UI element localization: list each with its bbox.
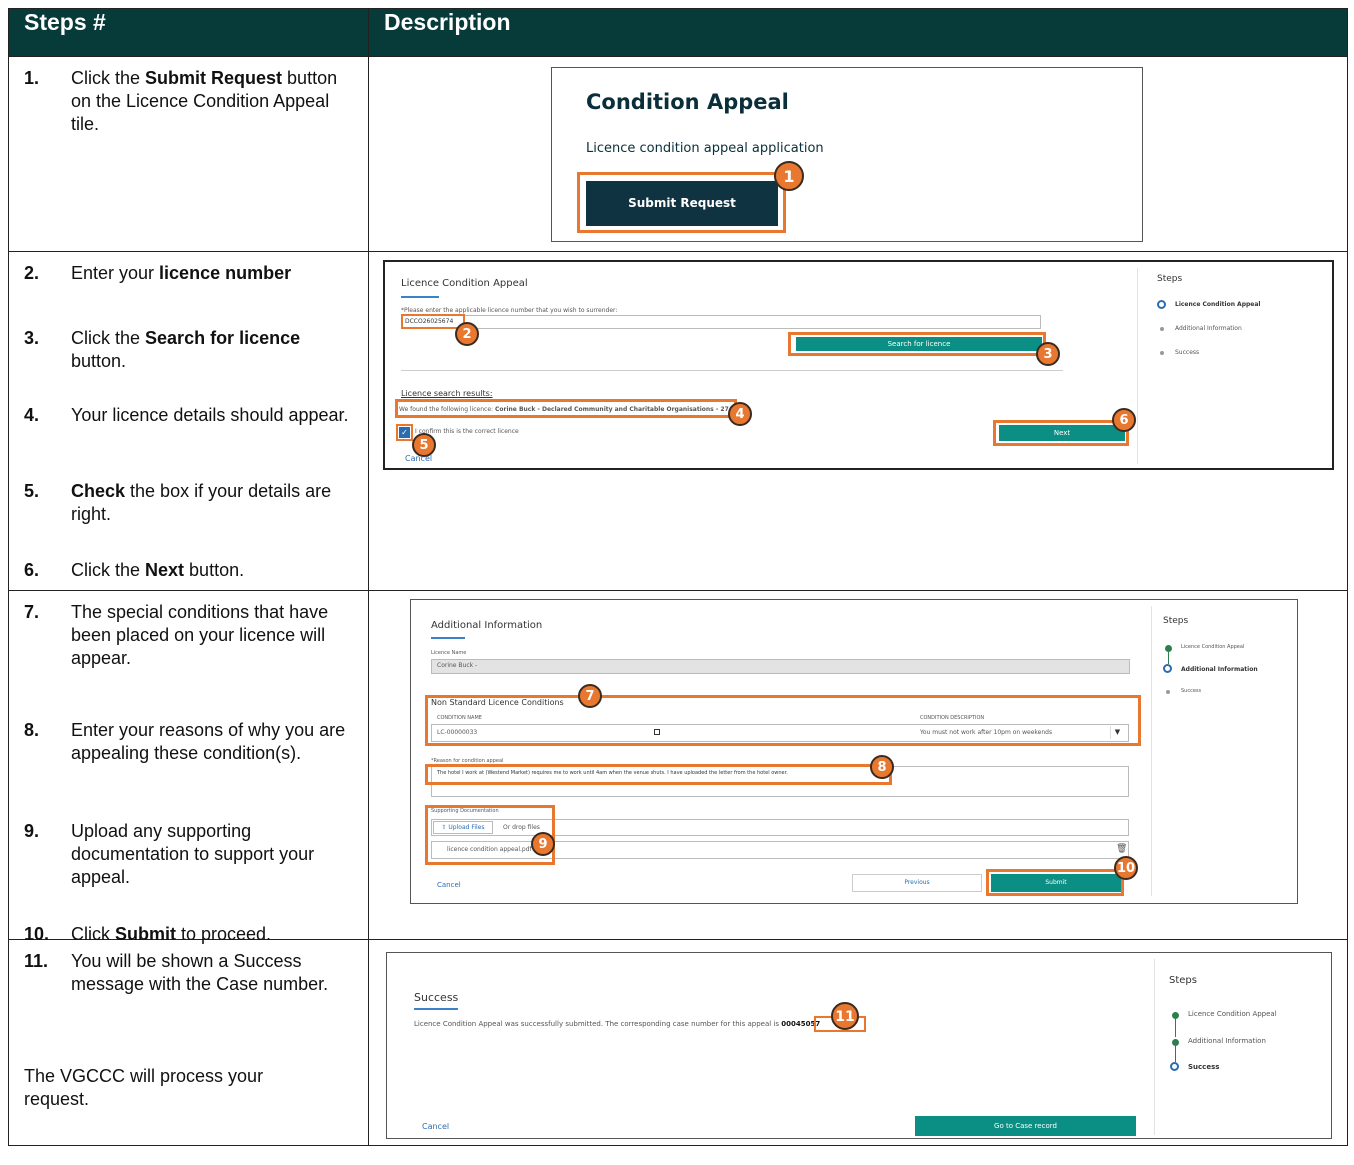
delete-icon[interactable]: 🗑 [1116,844,1127,854]
callout-badge-10: 10 [1114,856,1138,880]
steps-cell-4: 11. You will be shown a Success message … [8,939,369,1146]
callout-badge-3: 3 [1036,342,1060,366]
additional-info-title: Additional Information [431,620,543,631]
callout-badge-6: 6 [1112,408,1136,432]
success-screenshot: Success Licence Condition Appeal was suc… [386,952,1332,1139]
success-title: Success [414,991,459,1004]
guide-table: Steps # Description 1. Click the Submit … [8,8,1348,1146]
conditions-label: Non Standard Licence Conditions [431,698,564,707]
highlight-submit-request [577,172,786,233]
licence-search-screenshot: Licence Condition Appeal *Please enter t… [383,260,1334,470]
condition-appeal-tile: Condition Appeal Licence condition appea… [551,67,1143,242]
tile-subtitle: Licence condition appeal application [586,141,824,156]
cancel-link[interactable]: Cancel [437,881,461,889]
callout-badge-8: 8 [870,755,894,779]
go-to-case-record-button[interactable]: Go to Case record [915,1116,1136,1136]
steps-column-header: Steps # [8,8,369,57]
steps-cell-1: 1. Click the Submit Request button on th… [8,56,369,252]
callout-badge-11: 11 [831,1002,859,1030]
callout-badge-9: 9 [531,832,555,856]
callout-badge-4: 4 [728,402,752,426]
cancel-link[interactable]: Cancel [405,454,432,463]
desc-cell-3: Additional Information Licence Name Cori… [368,590,1348,940]
condition-checkbox[interactable] [654,729,660,735]
step-current-icon [1157,300,1166,309]
licence-number-field[interactable] [401,315,1041,329]
search-form-title: Licence Condition Appeal [401,278,528,289]
success-message: Licence Condition Appeal was successfull… [414,1020,821,1028]
cancel-link[interactable]: Cancel [422,1122,449,1131]
desc-cell-2: Licence Condition Appeal *Please enter t… [368,251,1348,591]
description-column-header: Description [368,8,1348,57]
process-note: The VGCCC will process your request. [24,1066,264,1109]
confirm-label: I confirm this is the correct licence [415,428,519,435]
steps-cell-2: 2. Enter your licence number 3. Click th… [8,251,369,591]
desc-cell-1: Condition Appeal Licence condition appea… [368,56,1348,252]
licence-prompt: *Please enter the applicable licence num… [401,307,618,314]
callout-badge-1: 1 [774,161,804,191]
steps-title: Steps [1157,274,1183,284]
steps-cell-3: 7. The special conditions that have been… [8,590,369,944]
desc-cell-4: Success Licence Condition Appeal was suc… [368,939,1348,1146]
licence-name-field [431,659,1130,674]
chevron-down-icon[interactable]: ▼ [1110,726,1124,739]
search-results-label: Licence search results: [401,389,493,398]
tile-title: Condition Appeal [586,90,789,114]
previous-button[interactable]: Previous [852,874,982,892]
callout-badge-2: 2 [455,322,479,346]
additional-info-screenshot: Additional Information Licence Name Cori… [410,599,1298,904]
callout-badge-7: 7 [578,684,602,708]
